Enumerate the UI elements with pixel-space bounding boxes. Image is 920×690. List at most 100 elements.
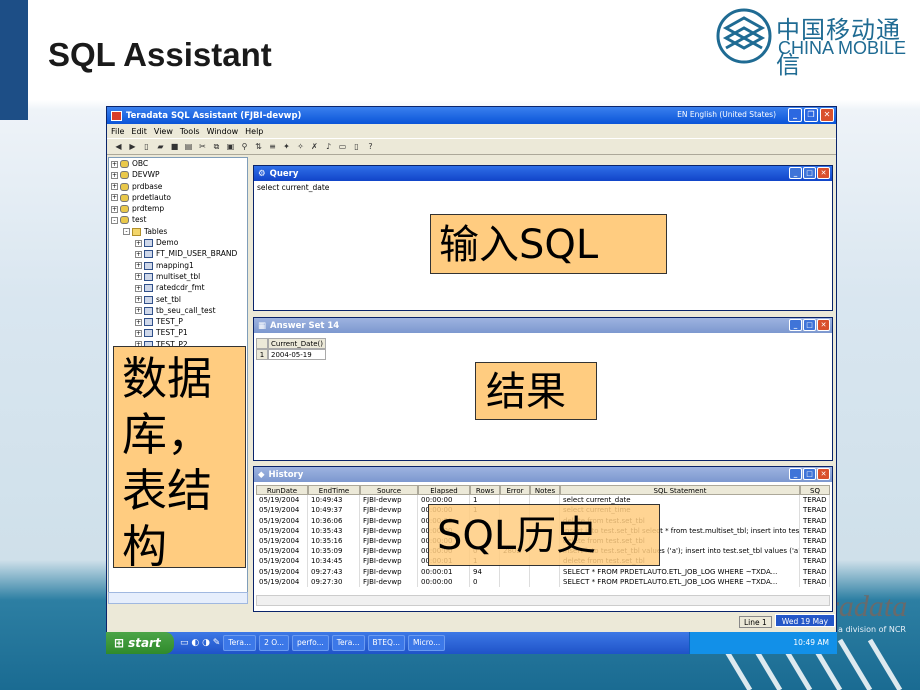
answer-column-header[interactable]: Current_Date() [268,338,326,349]
menu-file[interactable]: File [111,127,124,136]
open-icon[interactable]: ▰ [155,141,166,152]
restore-button[interactable]: ❐ [804,108,818,122]
menu-tools[interactable]: Tools [180,127,200,136]
history-column-header[interactable]: Elapsed [418,485,470,496]
back-icon[interactable]: ◀ [113,141,124,152]
history-minimize-button[interactable]: _ [789,468,802,480]
collapse-icon[interactable]: - [111,216,118,224]
tile-horizontal-icon[interactable]: ▭ [337,141,348,152]
window-titlebar[interactable]: Teradata SQL Assistant (FJBI-devwp) EN E… [107,107,836,124]
expand-icon[interactable]: + [135,296,142,304]
expand-icon[interactable]: + [135,329,142,337]
taskbar-button[interactable]: BTEQ... [367,635,406,651]
query-editor[interactable]: select current_date [254,181,832,194]
answer-cell[interactable]: 2004-05-19 [268,349,326,360]
menu-edit[interactable]: Edit [131,127,147,136]
history-column-header[interactable]: EndTime [308,485,360,496]
help-icon[interactable]: ? [365,141,376,152]
expand-icon[interactable]: + [135,318,142,326]
paste-icon[interactable]: ▣ [225,141,236,152]
tree-item[interactable]: + mapping1 [109,260,247,271]
tree-item[interactable]: + ratedcdr_fmt [109,282,247,293]
sound-icon[interactable]: ♪ [323,141,334,152]
new-icon[interactable]: ▯ [141,141,152,152]
close-button[interactable]: ✕ [820,108,834,122]
history-column-header[interactable]: SQ [800,485,830,496]
quick-launch-icons[interactable]: ▭ ◐ ◑ ✎ [180,638,220,648]
tree-item[interactable]: + FT_MID_USER_BRAND [109,248,247,259]
tree-item[interactable]: + Demo [109,237,247,248]
expand-icon[interactable]: + [135,239,142,247]
history-column-header[interactable]: Source [360,485,418,496]
tree-item[interactable]: + OBC [109,158,247,169]
taskbar-button[interactable]: perfo... [292,635,329,651]
tree-item[interactable]: + DEVWP [109,169,247,180]
minimize-button[interactable]: _ [788,108,802,122]
expand-icon[interactable]: + [111,183,118,191]
expand-icon[interactable]: + [135,273,142,281]
save-icon[interactable]: ■ [169,141,180,152]
execute-icon[interactable]: ✦ [281,141,292,152]
print-icon[interactable]: ▤ [183,141,194,152]
find-icon[interactable]: ⚲ [239,141,250,152]
cut-icon[interactable]: ✂ [197,141,208,152]
history-row[interactable]: 05/19/2004 09:27:43 FJBI-devwp 00:00:01 94 SE… [256,566,830,577]
history-column-header[interactable]: Rows [470,485,500,496]
query-maximize-button[interactable]: □ [803,167,816,179]
history-maximize-button[interactable]: □ [803,468,816,480]
tree-item[interactable]: + TEST_P [109,316,247,327]
history-column-header[interactable]: RunDate [256,485,308,496]
tree-horizontal-scrollbar[interactable] [108,592,248,604]
expand-icon[interactable]: + [111,205,118,213]
abort-icon[interactable]: ✗ [309,141,320,152]
query-minimize-button[interactable]: _ [789,167,802,179]
history-row[interactable]: 05/19/2004 09:27:30 FJBI-devwp 00:00:00 0 SEL… [256,576,830,587]
clock[interactable]: 10:49 AM [793,638,829,647]
expand-icon[interactable]: + [135,250,142,258]
menu-help[interactable]: Help [245,127,263,136]
tree-item[interactable]: + prdetlauto [109,192,247,203]
copy-icon[interactable]: ⧉ [211,141,222,152]
sort-icon[interactable]: ⇅ [253,141,264,152]
expand-icon[interactable]: + [135,284,142,292]
menu-view[interactable]: View [154,127,173,136]
format-icon[interactable]: ≡ [267,141,278,152]
tree-item[interactable]: + TEST_P1 [109,327,247,338]
tree-item[interactable]: + set_tbl [109,294,247,305]
tree-item[interactable]: + prdbase [109,181,247,192]
history-pane-titlebar[interactable]: ◆ History _ □ ✕ [254,467,832,482]
execute-parallel-icon[interactable]: ✧ [295,141,306,152]
tree-item[interactable]: + prdtemp [109,203,247,214]
taskbar-button[interactable]: Tera... [331,635,365,651]
tile-vertical-icon[interactable]: ▯ [351,141,362,152]
collapse-icon[interactable]: - [123,228,130,236]
answer-close-button[interactable]: ✕ [817,319,830,331]
expand-icon[interactable]: + [135,262,142,270]
taskbar-button[interactable]: Micro... [408,635,446,651]
history-close-button[interactable]: ✕ [817,468,830,480]
expand-icon[interactable]: + [111,194,118,202]
history-column-header[interactable]: Error [500,485,530,496]
menu-window[interactable]: Window [207,127,239,136]
answer-pane-titlebar[interactable]: ▦ Answer Set 14 _ □ ✕ [254,318,832,333]
expand-icon[interactable]: + [111,171,118,179]
history-horizontal-scrollbar[interactable] [256,595,830,606]
taskbar-button[interactable]: Tera... [223,635,257,651]
answer-maximize-button[interactable]: □ [803,319,816,331]
query-pane-titlebar[interactable]: ⚙ Query _ □ ✕ [254,166,832,181]
forward-icon[interactable]: ▶ [127,141,138,152]
expand-icon[interactable]: + [135,307,142,315]
query-close-button[interactable]: ✕ [817,167,830,179]
expand-icon[interactable]: + [111,160,118,168]
history-column-header[interactable]: Notes [530,485,560,496]
answer-minimize-button[interactable]: _ [789,319,802,331]
tree-item[interactable]: + multiset_tbl [109,271,247,282]
history-column-header[interactable]: SQL Statement [560,485,800,496]
answer-grid[interactable]: Current_Date() 1 2004-05-19 [256,338,326,360]
tree-item[interactable]: + tb_seu_call_test [109,305,247,316]
language-indicator[interactable]: EN English (United States) [677,110,776,119]
tree-item[interactable]: - test [109,214,247,225]
tree-item[interactable]: - Tables [109,226,247,237]
start-button[interactable]: ⊞ start [106,632,174,654]
taskbar-button[interactable]: 2 O... [259,635,290,651]
